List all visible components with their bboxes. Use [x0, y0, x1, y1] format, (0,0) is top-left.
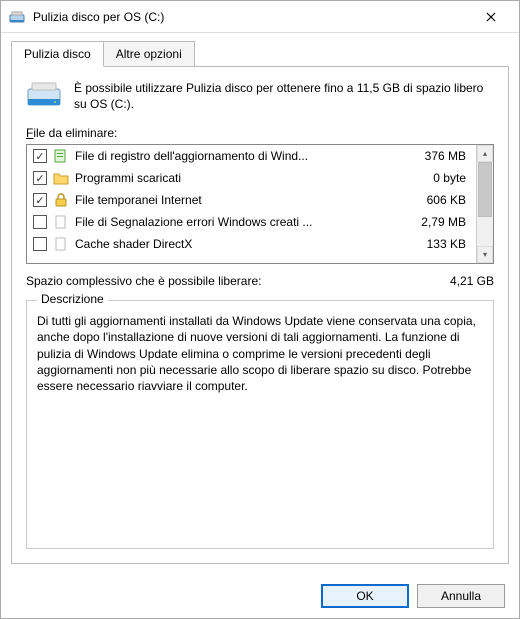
files-label: File da eliminare: — [26, 126, 494, 140]
doc-green-icon — [53, 148, 69, 164]
file-row[interactable]: ✓ File temporanei Internet 606 KB — [27, 189, 476, 211]
intro-row: È possibile utilizzare Pulizia disco per… — [26, 81, 494, 112]
file-size: 606 KB — [400, 193, 470, 207]
file-row[interactable]: ✓ File di registro dell'aggiornamento di … — [27, 145, 476, 167]
lock-icon — [53, 192, 69, 208]
window-title: Pulizia disco per OS (C:) — [33, 10, 471, 24]
description-groupbox: Descrizione Di tutti gli aggiornamenti i… — [26, 300, 494, 549]
cancel-button[interactable]: Annulla — [417, 584, 505, 608]
file-checkbox[interactable]: ✓ — [33, 193, 47, 207]
file-size: 133 KB — [400, 237, 470, 251]
folder-icon — [53, 170, 69, 186]
file-size: 2,79 MB — [400, 215, 470, 229]
file-list: ✓ File di registro dell'aggiornamento di … — [26, 144, 494, 264]
blank-icon — [53, 214, 69, 230]
file-name: File di registro dell'aggiornamento di W… — [75, 149, 394, 163]
total-row: Spazio complessivo che è possibile liber… — [26, 274, 494, 288]
file-checkbox[interactable] — [33, 237, 47, 251]
description-legend: Descrizione — [37, 292, 108, 306]
file-name: Programmi scaricati — [75, 171, 394, 185]
file-checkbox[interactable]: ✓ — [33, 171, 47, 185]
description-text: Di tutti gli aggiornamenti installati da… — [37, 313, 483, 394]
tabpanel-cleanup: È possibile utilizzare Pulizia disco per… — [11, 66, 509, 564]
scroll-thumb[interactable] — [478, 162, 492, 217]
scroll-up-button[interactable]: ▴ — [477, 145, 493, 162]
file-size: 0 byte — [400, 171, 470, 185]
file-row[interactable]: File di Segnalazione errori Windows crea… — [27, 211, 476, 233]
titlebar: Pulizia disco per OS (C:) — [1, 1, 519, 33]
file-name: Cache shader DirectX — [75, 237, 394, 251]
tab-strip: Pulizia disco Altre opzioni — [11, 41, 509, 66]
tab-cleanup[interactable]: Pulizia disco — [11, 41, 104, 67]
file-checkbox[interactable] — [33, 215, 47, 229]
scrollbar[interactable]: ▴ ▾ — [476, 145, 493, 263]
footer: OK Annulla — [1, 574, 519, 618]
drive-large-icon — [26, 81, 62, 109]
file-name: File di Segnalazione errori Windows crea… — [75, 215, 394, 229]
close-button[interactable] — [471, 3, 511, 31]
intro-text: È possibile utilizzare Pulizia disco per… — [74, 81, 494, 112]
file-list-items: ✓ File di registro dell'aggiornamento di … — [27, 145, 476, 263]
file-size: 376 MB — [400, 149, 470, 163]
file-row[interactable]: Cache shader DirectX 133 KB — [27, 233, 476, 255]
file-checkbox[interactable]: ✓ — [33, 149, 47, 163]
file-name: File temporanei Internet — [75, 193, 394, 207]
ok-button[interactable]: OK — [321, 584, 409, 608]
drive-icon — [9, 9, 25, 25]
scroll-down-button[interactable]: ▾ — [477, 246, 493, 263]
total-label: Spazio complessivo che è possibile liber… — [26, 274, 414, 288]
content-area: Pulizia disco Altre opzioni È possibile … — [1, 33, 519, 574]
disk-cleanup-window: Pulizia disco per OS (C:) Pulizia disco … — [0, 0, 520, 619]
file-row[interactable]: ✓ Programmi scaricati 0 byte — [27, 167, 476, 189]
scroll-track[interactable] — [477, 162, 493, 246]
blank-icon — [53, 236, 69, 252]
total-value: 4,21 GB — [414, 274, 494, 288]
tab-options[interactable]: Altre opzioni — [103, 41, 195, 66]
